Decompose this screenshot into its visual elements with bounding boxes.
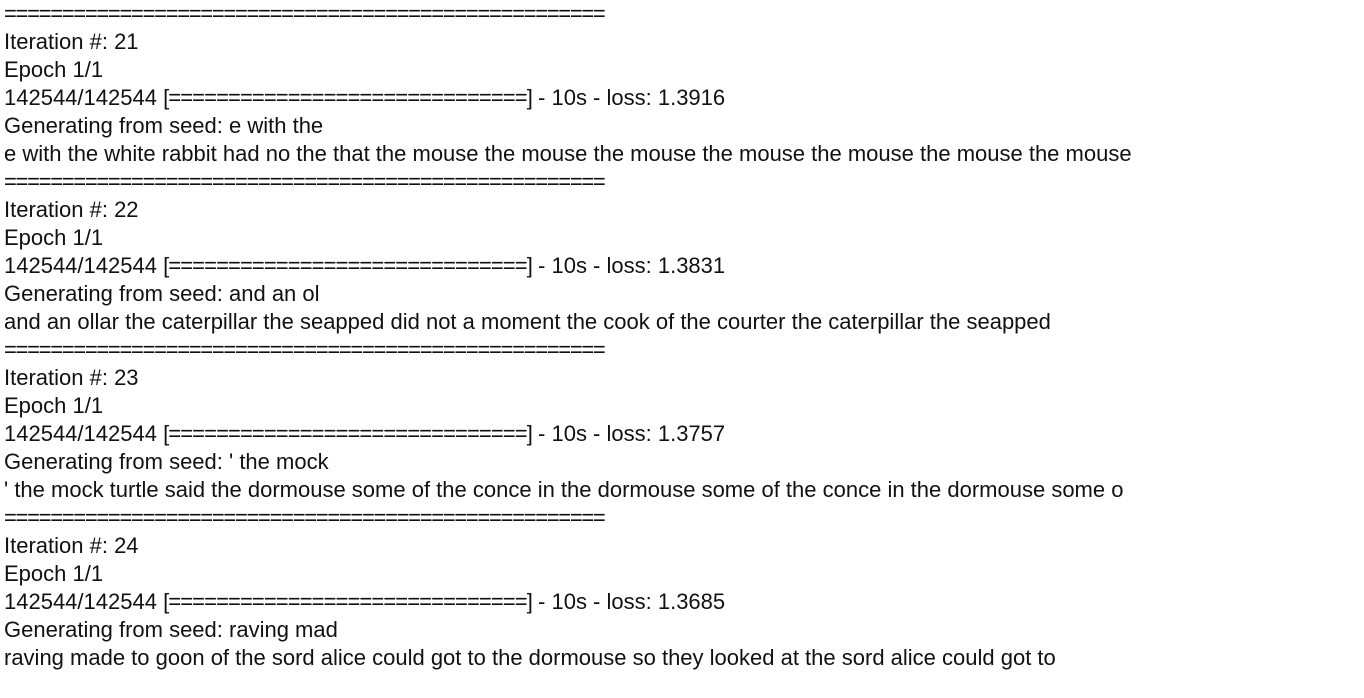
separator-line: ========================================… <box>4 169 606 194</box>
epoch-line: Epoch 1/1 <box>4 393 104 418</box>
progress-count: 142544/142544 <box>4 253 157 278</box>
generated-output-line: and an ollar the caterpillar the seapped… <box>4 309 1051 334</box>
progress-stats: - 10s - loss: 1.3916 <box>531 85 726 110</box>
separator-line: ========================================… <box>4 505 606 530</box>
progress-count: 142544/142544 <box>4 421 157 446</box>
progress-line: 142544/142544 [=========================… <box>4 84 1360 112</box>
seed-line: Generating from seed: raving mad <box>4 617 338 642</box>
seed-line: Generating from seed: and an ol <box>4 281 320 306</box>
progress-stats: - 10s - loss: 1.3831 <box>531 253 726 278</box>
epoch-line: Epoch 1/1 <box>4 57 104 82</box>
progress-bar: [==============================] <box>163 253 533 278</box>
iteration-line: Iteration #: 21 <box>4 29 139 54</box>
generated-output-line: raving made to goon of the sord alice co… <box>4 645 1056 670</box>
iteration-line: Iteration #: 22 <box>4 197 139 222</box>
progress-line: 142544/142544 [=========================… <box>4 252 1360 280</box>
log-block-iteration-24: ========================================… <box>4 504 1360 672</box>
progress-count: 142544/142544 <box>4 85 157 110</box>
progress-line: 142544/142544 [=========================… <box>4 588 1360 616</box>
seed-line: Generating from seed: ' the mock <box>4 449 329 474</box>
epoch-line: Epoch 1/1 <box>4 225 104 250</box>
progress-stats: - 10s - loss: 1.3757 <box>531 421 726 446</box>
log-block-iteration-23: ========================================… <box>4 336 1360 504</box>
seed-line: Generating from seed: e with the <box>4 113 324 138</box>
log-block-iteration-22: ========================================… <box>4 168 1360 336</box>
generated-output-line: ' the mock turtle said the dormouse some… <box>4 477 1124 502</box>
training-log: ========================================… <box>4 0 1360 672</box>
separator-line: ========================================… <box>4 1 606 26</box>
progress-count: 142544/142544 <box>4 589 157 614</box>
iteration-line: Iteration #: 24 <box>4 533 139 558</box>
progress-bar: [==============================] <box>163 85 533 110</box>
log-block-iteration-21: ========================================… <box>4 0 1360 168</box>
progress-stats: - 10s - loss: 1.3685 <box>531 589 726 614</box>
generated-output-line: e with the white rabbit had no the that … <box>4 141 1132 166</box>
iteration-line: Iteration #: 23 <box>4 365 139 390</box>
progress-line: 142544/142544 [=========================… <box>4 420 1360 448</box>
separator-line: ========================================… <box>4 337 606 362</box>
progress-bar: [==============================] <box>163 421 533 446</box>
progress-bar: [==============================] <box>163 589 533 614</box>
epoch-line: Epoch 1/1 <box>4 561 104 586</box>
